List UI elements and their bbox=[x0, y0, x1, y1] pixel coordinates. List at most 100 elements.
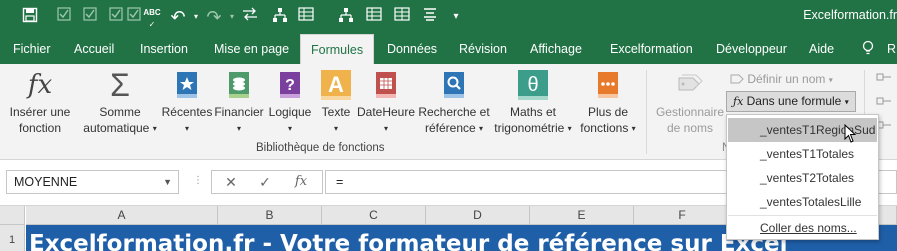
tab-tell-me[interactable]: R bbox=[887, 34, 896, 64]
chevron-down-icon: ▾ bbox=[333, 123, 338, 133]
tab-aide[interactable]: Aide bbox=[809, 34, 834, 64]
tab-excelformation[interactable]: Excelformation bbox=[610, 34, 693, 64]
more-functions-button[interactable]: Plus de fonctions ▾ bbox=[576, 70, 640, 137]
lookup-label-2: référence bbox=[424, 121, 476, 135]
chevron-down-icon: ▾ bbox=[383, 123, 388, 133]
column-header-b[interactable]: B bbox=[218, 206, 322, 225]
tab-insertion[interactable]: Insertion bbox=[140, 34, 188, 64]
math-label-1: Maths et bbox=[509, 105, 557, 119]
autosum-label-2: automatique bbox=[83, 121, 150, 135]
autosum-label-1: Somme bbox=[99, 105, 141, 119]
spellcheck-icon[interactable]: ABC ✓ bbox=[142, 7, 162, 29]
insert-function-icon[interactable]: fx bbox=[284, 171, 318, 193]
redo-icon[interactable]: ↷ bbox=[204, 7, 224, 27]
name-manager-button[interactable]: Gestionnaire de noms bbox=[652, 70, 728, 136]
insert-function-label-2: fonction bbox=[18, 121, 62, 135]
org-chart-icon[interactable] bbox=[336, 7, 356, 27]
paste-names-label: Coller des noms... bbox=[760, 221, 857, 235]
tab-formules[interactable]: Formules bbox=[300, 34, 375, 64]
chevron-down-icon: ▾ bbox=[631, 123, 636, 133]
name-manager-label-1: Gestionnaire bbox=[655, 105, 725, 119]
chevron-down-icon: ▾ bbox=[844, 97, 849, 107]
lookup-reference-button[interactable]: Recherche et référence ▾ bbox=[416, 70, 492, 137]
chevron-down-icon: ▾ bbox=[236, 123, 241, 133]
org-chart-icon[interactable] bbox=[270, 7, 290, 27]
enter-icon[interactable]: ✓ bbox=[248, 171, 282, 193]
group-separator bbox=[646, 70, 647, 154]
text-label: Texte bbox=[321, 105, 351, 119]
more-icon[interactable]: ▾ bbox=[446, 7, 466, 27]
financial-label: Financier bbox=[214, 105, 264, 119]
table-icon[interactable] bbox=[392, 7, 412, 27]
search-book-icon bbox=[444, 72, 464, 98]
row-header-1[interactable]: 1 bbox=[0, 225, 25, 251]
column-header-d[interactable]: D bbox=[426, 206, 530, 225]
resize-handle-icon[interactable]: ⋮ bbox=[193, 175, 203, 186]
use-in-formula-button[interactable]: ƒx Dans une formule ▾ bbox=[726, 91, 856, 112]
tags-icon bbox=[678, 74, 703, 91]
select-all-corner[interactable] bbox=[0, 206, 25, 225]
table-icon[interactable] bbox=[296, 7, 316, 27]
define-name-button[interactable]: Définir un nom ▾ bbox=[730, 72, 833, 86]
chevron-down-icon: ▾ bbox=[184, 123, 189, 133]
fx-small-icon: ƒx bbox=[733, 95, 744, 108]
financial-button[interactable]: Financier ▾ bbox=[212, 70, 266, 137]
logical-label: Logique bbox=[268, 105, 312, 119]
checkbox-icon[interactable] bbox=[106, 7, 126, 27]
formula-buttons: ✕ ✓ fx bbox=[211, 170, 323, 194]
text-functions-button[interactable]: A Texte ▾ bbox=[315, 70, 357, 137]
table-icon[interactable] bbox=[364, 7, 384, 27]
math-trig-button[interactable]: θ Maths et trigonométrie ▾ bbox=[490, 70, 576, 137]
use-in-formula-label: Dans une formule bbox=[746, 94, 842, 108]
autosum-button[interactable]: Σ Somme automatique ▾ bbox=[78, 69, 162, 137]
cancel-icon[interactable]: ✕ bbox=[214, 171, 248, 193]
financial-book-icon bbox=[229, 72, 249, 98]
more-book-icon bbox=[598, 72, 618, 98]
column-header-e[interactable]: E bbox=[530, 206, 634, 225]
checkbox-icon[interactable] bbox=[124, 7, 144, 27]
spellcheck-label: ABC bbox=[143, 8, 161, 17]
title-bar: ABC ✓ ↶ ▾ ↷ ▾ ▾ Excelformation.fr bbox=[0, 0, 897, 34]
logical-button[interactable]: ? Logique ▾ bbox=[265, 70, 315, 137]
chevron-down-icon[interactable]: ▼ bbox=[163, 171, 172, 193]
arrows-icon[interactable] bbox=[240, 7, 260, 27]
tab-developpeur[interactable]: Développeur bbox=[716, 34, 787, 64]
recent-functions-button[interactable]: Récentes ▾ bbox=[160, 70, 214, 137]
column-header-a[interactable]: A bbox=[26, 206, 218, 225]
tab-fichier[interactable]: Fichier bbox=[13, 34, 51, 64]
undo-icon[interactable]: ↶ bbox=[168, 7, 188, 27]
datetime-button[interactable]: DateHeure ▾ bbox=[355, 70, 417, 137]
tab-affichage[interactable]: Affichage bbox=[530, 34, 582, 64]
redo-dropdown-icon[interactable]: ▾ bbox=[222, 7, 242, 27]
tab-accueil[interactable]: Accueil bbox=[74, 34, 114, 64]
theta-book-icon: θ bbox=[518, 70, 548, 100]
chevron-down-icon: ▾ bbox=[287, 123, 292, 133]
name-box[interactable]: MOYENNE ▼ bbox=[6, 170, 179, 194]
paste-names-menu-item[interactable]: Coller des noms... bbox=[728, 215, 877, 239]
undo-dropdown-icon[interactable]: ▾ bbox=[186, 7, 206, 27]
insert-function-label-1: Insérer une bbox=[9, 105, 71, 119]
tab-donnees[interactable]: Données bbox=[387, 34, 437, 64]
column-header-f[interactable]: F bbox=[634, 206, 731, 225]
chevron-down-icon: ▾ bbox=[479, 123, 484, 133]
menu-item-name[interactable]: _ventesT1Totales bbox=[728, 142, 877, 166]
save-icon[interactable] bbox=[20, 7, 40, 27]
checkbox-icon[interactable] bbox=[54, 7, 74, 27]
checkbox-icon[interactable] bbox=[80, 7, 100, 27]
lookup-label-1: Recherche et bbox=[418, 105, 490, 119]
question-book-icon: ? bbox=[280, 72, 300, 98]
lightbulb-icon[interactable] bbox=[862, 34, 874, 64]
tab-mise-en-page[interactable]: Mise en page bbox=[214, 34, 289, 64]
fx-icon: fx bbox=[27, 70, 53, 100]
name-manager-label-2: de noms bbox=[666, 121, 714, 135]
name-box-value: MOYENNE bbox=[14, 175, 78, 189]
insert-function-button[interactable]: fx Insérer une fonction bbox=[4, 70, 76, 136]
align-icon[interactable] bbox=[420, 7, 440, 27]
datetime-label: DateHeure bbox=[356, 105, 416, 119]
column-header-c[interactable]: C bbox=[322, 206, 426, 225]
chevron-down-icon: ▾ bbox=[567, 123, 572, 133]
menu-item-name[interactable]: _ventesTotalesLille bbox=[728, 190, 877, 214]
menu-item-name[interactable]: _ventesT2Totales bbox=[728, 166, 877, 190]
tab-revision[interactable]: Révision bbox=[459, 34, 507, 64]
chevron-down-icon: ▾ bbox=[828, 75, 833, 85]
